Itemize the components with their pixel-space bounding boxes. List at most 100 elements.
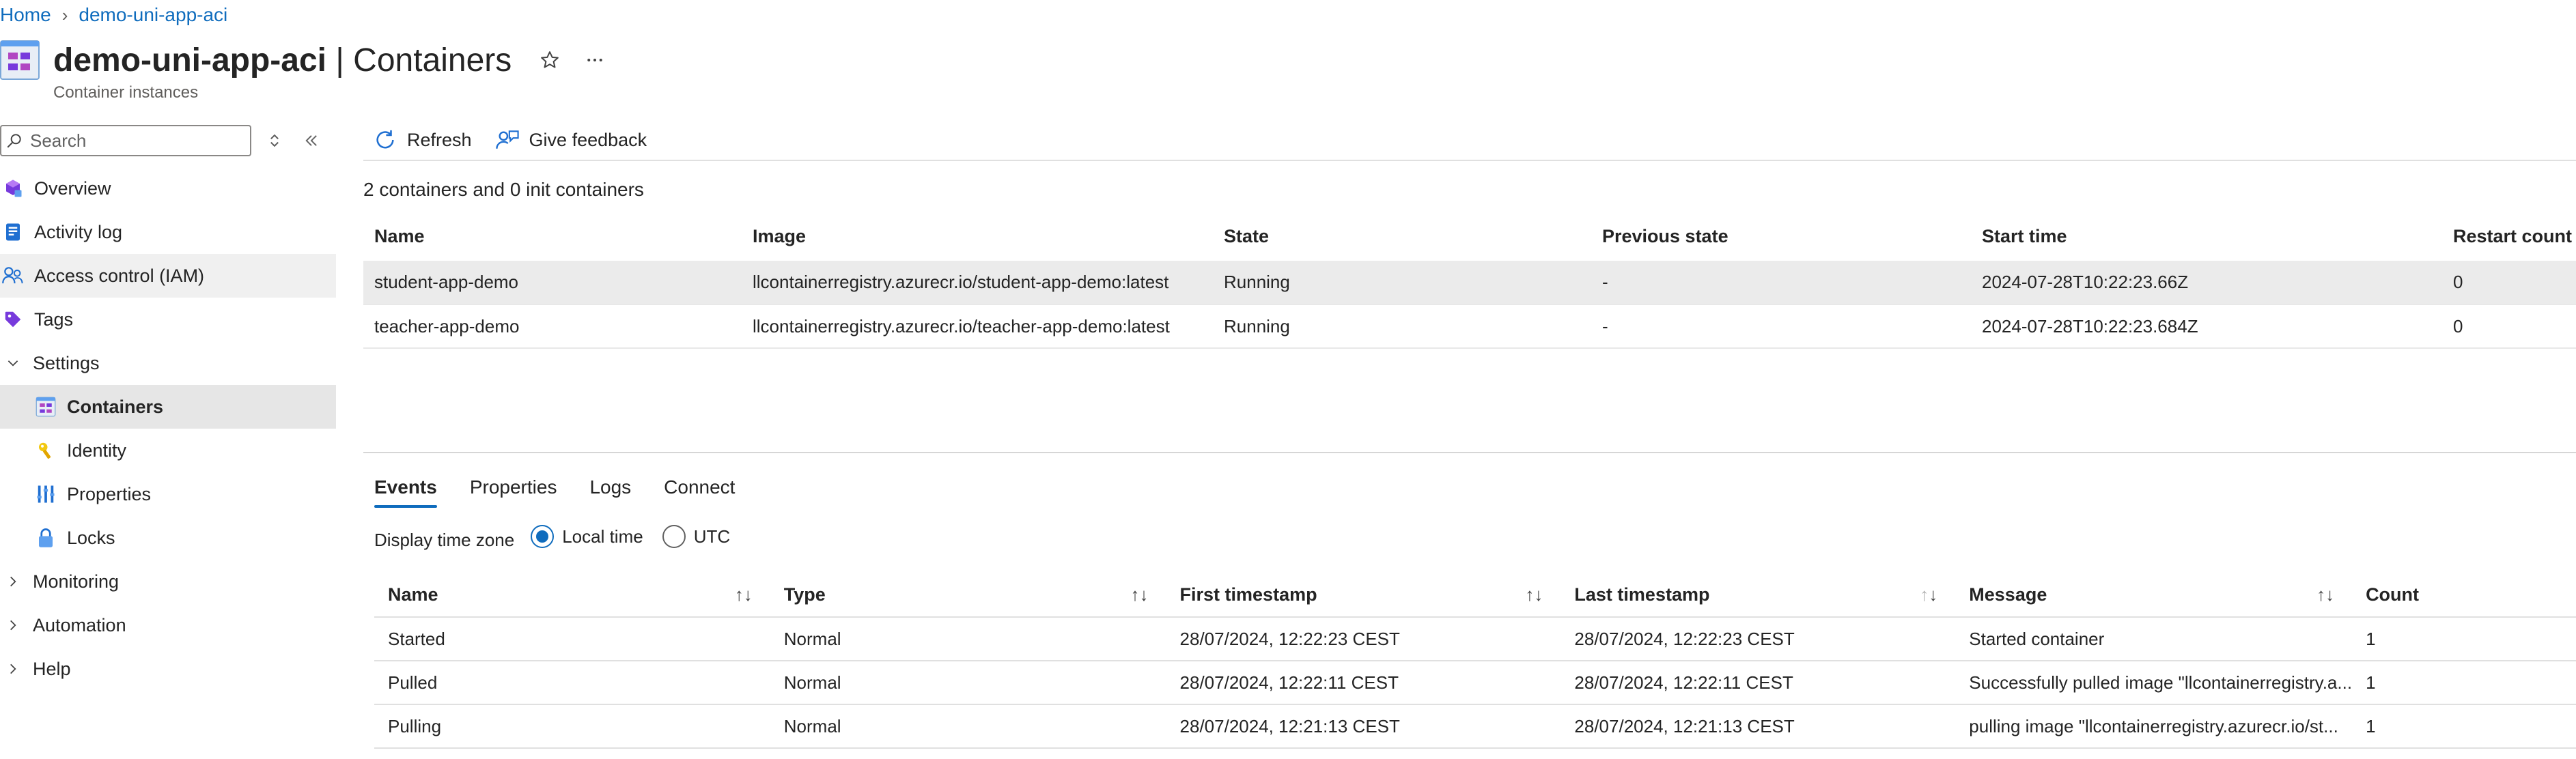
column-header-message[interactable]: Message ↑↓ [1955, 573, 2353, 618]
event-count: 1 [2352, 617, 2576, 661]
sidebar-item-label: Identity [67, 440, 127, 461]
column-header-last-timestamp[interactable]: Last timestamp ↑↓ [1560, 573, 1956, 618]
radio-label: UTC [693, 526, 731, 547]
column-header-name[interactable]: Name ↑↓ [374, 573, 770, 618]
sort-icon[interactable]: ↑↓ [1131, 584, 1149, 605]
table-header-row: Name Image State Previous state Start ti… [363, 212, 2576, 261]
radio-utc[interactable]: UTC [662, 525, 730, 548]
column-header: Name [374, 225, 425, 246]
sidebar-group-automation[interactable]: Automation [0, 603, 336, 647]
event-first-timestamp: 28/07/2024, 12:22:23 CEST [1166, 617, 1561, 661]
sidebar-item-label: Overview [34, 177, 111, 199]
pane-divider[interactable] [363, 452, 2576, 453]
sidebar-item-activity-log[interactable]: Activity log [0, 210, 336, 254]
breadcrumb-home-link[interactable]: Home [0, 4, 51, 26]
column-header-count[interactable]: Count [2352, 573, 2576, 618]
page-subtitle: Container instances [53, 83, 199, 102]
collapse-sidebar-icon[interactable] [298, 127, 325, 154]
expand-collapse-icon[interactable] [261, 127, 288, 154]
timezone-label: Display time zone [374, 529, 515, 550]
table-row[interactable]: Pulled Normal 28/07/2024, 12:22:11 CEST … [374, 661, 2576, 705]
sidebar-item-overview[interactable]: Overview [0, 167, 336, 210]
event-first-timestamp: 28/07/2024, 12:22:11 CEST [1166, 661, 1561, 705]
column-header: Image [753, 225, 807, 246]
search-input[interactable] [30, 130, 235, 152]
resource-name: demo-uni-app-aci [53, 42, 327, 78]
event-type: Normal [770, 704, 1166, 749]
detail-tabs: Events Properties Logs Connect [374, 467, 735, 508]
favorite-star-icon[interactable] [537, 48, 562, 72]
radio-label: Local time [562, 526, 643, 547]
sort-icon[interactable]: ↑↓ [2316, 584, 2334, 605]
sidebar-item-label: Help [33, 658, 71, 679]
table-row[interactable]: Pulling Normal 28/07/2024, 12:21:13 CEST… [374, 704, 2576, 749]
give-feedback-button[interactable]: Give feedback [495, 128, 647, 152]
event-last-timestamp: 28/07/2024, 12:22:23 CEST [1560, 617, 1956, 661]
people-icon [1, 264, 25, 287]
column-header-type[interactable]: Type ↑↓ [770, 573, 1166, 618]
tag-icon [1, 308, 25, 331]
column-header-first-timestamp[interactable]: First timestamp ↑↓ [1166, 573, 1561, 618]
section-name: | Containers [326, 42, 512, 78]
container-restart-count: 0 [2442, 261, 2576, 305]
chevron-right-icon: › [61, 4, 68, 25]
more-actions-icon[interactable] [583, 48, 607, 72]
event-last-timestamp: 28/07/2024, 12:22:11 CEST [1560, 661, 1956, 705]
table-row[interactable]: teacher-app-demo llcontainerregistry.azu… [363, 304, 2576, 349]
container-image: llcontainerregistry.azurecr.io/teacher-a… [742, 304, 1213, 349]
sidebar-item-locks[interactable]: Locks [0, 516, 336, 560]
radio-selected-icon[interactable] [531, 525, 555, 548]
sort-icon[interactable]: ↑↓ [735, 584, 753, 605]
column-header: State [1224, 225, 1270, 246]
sidebar-group-help[interactable]: Help [0, 647, 336, 691]
refresh-label: Refresh [407, 129, 472, 150]
radio-unselected-icon[interactable] [662, 525, 686, 548]
sidebar-search[interactable] [0, 125, 251, 156]
container-image: llcontainerregistry.azurecr.io/student-a… [742, 261, 1213, 305]
sidebar-item-label: Locks [67, 527, 115, 548]
sidebar-item-identity[interactable]: Identity [0, 429, 336, 472]
table-row[interactable]: Started Normal 28/07/2024, 12:22:23 CEST… [374, 617, 2576, 661]
key-icon [34, 439, 57, 462]
tab-properties[interactable]: Properties [470, 467, 557, 508]
event-name: Pulled [374, 661, 770, 705]
table-header-row: Name ↑↓ Type ↑↓ First timestamp ↑↓ Last tim… [374, 573, 2576, 618]
tab-events[interactable]: Events [374, 467, 437, 508]
sidebar-group-settings[interactable]: Settings [0, 341, 336, 385]
sidebar-item-properties[interactable]: Properties [0, 472, 336, 516]
main-content: Refresh Give feedback 2 containers and 0… [363, 120, 2576, 749]
column-header: Start time [1982, 225, 2067, 246]
breadcrumb-resource-link[interactable]: demo-uni-app-aci [79, 4, 227, 26]
sort-icon[interactable]: ↑↓ [1525, 584, 1543, 605]
sidebar-item-containers[interactable]: Containers [0, 385, 336, 429]
containers-icon [34, 395, 57, 418]
sidebar-group-monitoring[interactable]: Monitoring [0, 560, 336, 603]
event-first-timestamp: 28/07/2024, 12:21:13 CEST [1166, 704, 1561, 749]
tab-connect[interactable]: Connect [664, 467, 735, 508]
event-type: Normal [770, 661, 1166, 705]
container-start-time: 2024-07-28T10:22:23.684Z [1971, 304, 2442, 349]
container-instances-icon [0, 40, 40, 80]
refresh-button[interactable]: Refresh [373, 128, 472, 152]
event-last-timestamp: 28/07/2024, 12:21:13 CEST [1560, 704, 1956, 749]
sidebar-item-tags[interactable]: Tags [0, 298, 336, 341]
chevron-right-icon [3, 574, 23, 589]
refresh-icon [373, 128, 397, 152]
chevron-down-icon [3, 356, 23, 371]
properties-icon [34, 483, 57, 506]
radio-local-time[interactable]: Local time [531, 525, 643, 548]
tab-logs[interactable]: Logs [589, 467, 631, 508]
sidebar-item-label: Containers [67, 396, 164, 417]
sidebar-item-access-control[interactable]: Access control (IAM) [0, 254, 336, 298]
sidebar-item-label: Automation [33, 614, 126, 635]
containers-summary: 2 containers and 0 init containers [363, 179, 644, 200]
container-state: Running [1213, 304, 1591, 349]
sidebar-item-label: Monitoring [33, 571, 120, 592]
sort-descending-icon[interactable]: ↑↓ [1920, 584, 1937, 605]
events-table: Name ↑↓ Type ↑↓ First timestamp ↑↓ Last tim… [374, 573, 2576, 749]
column-header: Restart count [2453, 225, 2573, 246]
table-row[interactable]: student-app-demo llcontainerregistry.azu… [363, 261, 2576, 305]
search-icon [7, 134, 21, 148]
sidebar-item-label: Access control (IAM) [34, 265, 205, 286]
breadcrumb: Home › demo-uni-app-aci [0, 0, 227, 30]
